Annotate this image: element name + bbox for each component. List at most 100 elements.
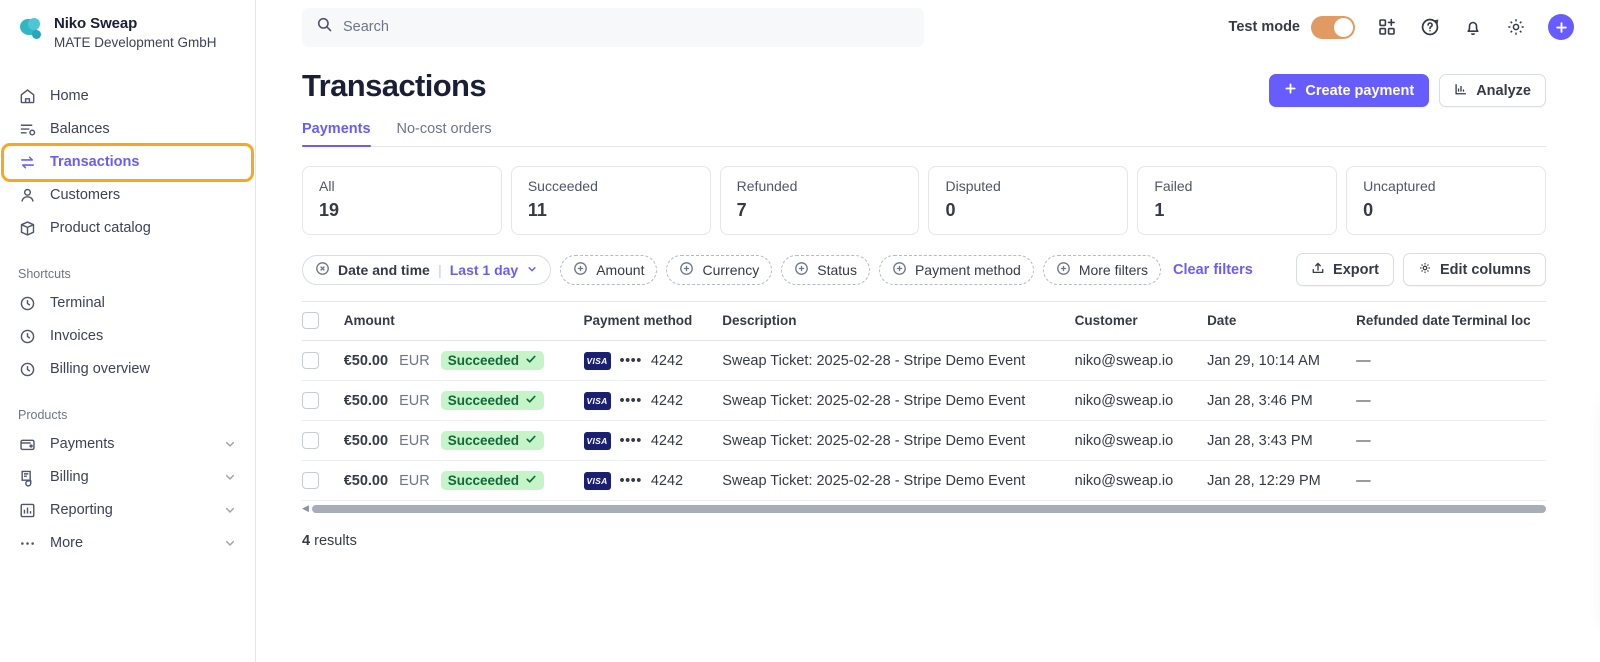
transactions-icon [18, 153, 37, 172]
chevron-down-icon[interactable] [223, 503, 237, 517]
test-mode-toggle[interactable] [1311, 15, 1355, 39]
column-header-refunded-date[interactable]: Refunded date [1356, 301, 1453, 341]
page-title: Transactions [302, 68, 487, 103]
sidebar-item-billing[interactable]: Billing [0, 461, 255, 494]
stat-label: Uncaptured [1363, 178, 1436, 194]
sidebar-item-balances[interactable]: Balances [0, 113, 255, 146]
cell-customer: niko@sweap.io [1074, 380, 1208, 421]
chevron-down-icon[interactable] [223, 536, 237, 550]
select-all-checkbox[interactable] [302, 312, 319, 329]
filter-chip-status[interactable]: Status [781, 254, 870, 285]
sidebar-item-label: Transactions [50, 154, 140, 171]
stat-card-succeeded[interactable]: Succeeded 11 [510, 166, 711, 235]
cell-amount: €50.00 EUR Succeeded [343, 420, 584, 461]
cell-terminal-location [1452, 420, 1546, 461]
sidebar-item-product-catalog[interactable]: Product catalog [0, 212, 255, 245]
row-checkbox[interactable] [302, 392, 319, 409]
scrollbar-thumb[interactable] [311, 504, 1546, 513]
filter-chip-label: Payment method [914, 261, 1021, 278]
filter-chip-date-and-time[interactable]: Date and time | Last 1 day [302, 254, 552, 285]
sweap-logo-icon [18, 17, 44, 43]
tab-payments[interactable]: Payments [302, 121, 371, 147]
export-label: Export [1333, 261, 1379, 278]
sidebar-item-terminal[interactable]: Terminal [0, 287, 255, 320]
sidebar-item-label: Payments [50, 436, 115, 453]
sidebar-item-more[interactable]: More [0, 527, 255, 560]
create-payment-button[interactable]: Create payment [1269, 74, 1430, 107]
circle-plus-icon [679, 261, 694, 279]
chevron-down-icon[interactable] [223, 437, 237, 451]
cell-date: Jan 29, 10:14 AM [1207, 340, 1357, 381]
cell-date: Jan 28, 3:43 PM [1207, 420, 1357, 461]
cell-description: Sweap Ticket: 2025-02-28 - Stripe Demo E… [722, 380, 1075, 421]
sidebar-item-billing-overview[interactable]: Billing overview [0, 353, 255, 386]
chevron-down-icon[interactable] [223, 470, 237, 484]
circle-plus-icon [892, 261, 907, 279]
column-header-customer[interactable]: Customer [1074, 301, 1208, 341]
check-icon [525, 473, 537, 488]
top-bar-actions: Test mode [1229, 14, 1582, 40]
sidebar-item-reporting[interactable]: Reporting [0, 494, 255, 527]
status-label: Succeeded [447, 433, 519, 448]
top-bar: Search Test mode [256, 0, 1600, 54]
table-row[interactable]: €50.00 EUR Succeeded VISA •••• 4242 Swea… [302, 420, 1546, 461]
notifications-bell-icon[interactable] [1462, 16, 1484, 38]
account-name: Niko Sweap [54, 15, 138, 32]
stat-card-disputed[interactable]: Disputed 0 [928, 166, 1129, 235]
filter-chip-currency[interactable]: Currency [666, 254, 773, 285]
filter-chip-amount[interactable]: Amount [560, 254, 658, 285]
edit-columns-button[interactable]: Edit columns [1402, 253, 1546, 286]
table-row[interactable]: €50.00 EUR Succeeded VISA •••• 4242 Swea… [302, 340, 1546, 381]
check-icon [525, 433, 537, 448]
card-mask: •••• [619, 352, 642, 369]
export-button[interactable]: Export [1296, 253, 1394, 286]
search-input[interactable]: Search [302, 7, 924, 47]
row-select-cell [302, 340, 344, 381]
home-icon [18, 87, 37, 106]
stat-card-all[interactable]: All 19 [302, 166, 502, 235]
column-header-terminal-location[interactable]: Terminal loc [1452, 301, 1546, 341]
row-select-cell [302, 460, 344, 501]
row-checkbox[interactable] [302, 472, 319, 489]
row-select-cell [302, 380, 344, 421]
test-mode-toggle-group[interactable]: Test mode [1229, 15, 1355, 39]
sidebar-item-customers[interactable]: Customers [0, 179, 255, 212]
help-circle-icon[interactable] [1419, 16, 1441, 38]
stat-card-refunded[interactable]: Refunded 7 [719, 166, 920, 235]
sidebar-item-payments[interactable]: Payments [0, 428, 255, 461]
cell-customer: niko@sweap.io [1074, 460, 1208, 501]
table-row[interactable]: €50.00 EUR Succeeded VISA •••• 4242 Swea… [302, 460, 1546, 501]
cell-amount: €50.00 EUR Succeeded [343, 340, 584, 381]
brand-header[interactable]: Niko Sweap MATE Development GmbH [0, 14, 255, 52]
analyze-button[interactable]: Analyze [1439, 74, 1546, 107]
column-header-date[interactable]: Date [1207, 301, 1357, 341]
row-select-cell [302, 420, 344, 461]
filter-chip-more-filters[interactable]: More filters [1042, 254, 1162, 285]
plus-create-icon[interactable] [1548, 14, 1574, 40]
clear-filters-button[interactable]: Clear filters [1173, 262, 1253, 278]
cell-customer: niko@sweap.io [1074, 420, 1208, 461]
status-badge: Succeeded [440, 431, 544, 450]
column-header-amount[interactable]: Amount [343, 301, 584, 341]
column-header-description[interactable]: Description [722, 301, 1075, 341]
table-horizontal-scrollbar[interactable]: ◀ [302, 503, 1546, 514]
apps-add-icon[interactable] [1376, 16, 1398, 38]
circle-plus-icon [794, 261, 809, 279]
row-checkbox[interactable] [302, 432, 319, 449]
circle-x-icon[interactable] [315, 261, 330, 279]
tab-no-cost-orders[interactable]: No-cost orders [397, 121, 492, 146]
sidebar-item-invoices[interactable]: Invoices [0, 320, 255, 353]
sidebar-item-transactions[interactable]: Transactions [1, 142, 254, 182]
filter-chip-payment-method[interactable]: Payment method [878, 254, 1034, 285]
sidebar-item-home[interactable]: Home [0, 80, 255, 113]
filter-chip-label: Currency [702, 261, 760, 278]
row-checkbox[interactable] [302, 352, 319, 369]
scroll-left-arrow-icon[interactable]: ◀ [302, 504, 309, 513]
gear-icon[interactable] [1505, 16, 1527, 38]
stat-card-uncaptured[interactable]: Uncaptured 0 [1346, 166, 1546, 235]
clock-icon [18, 360, 37, 379]
column-header-payment-method[interactable]: Payment method [583, 301, 723, 341]
chevron-down-icon[interactable] [526, 262, 538, 278]
table-row[interactable]: €50.00 EUR Succeeded VISA •••• 4242 Swea… [302, 380, 1546, 421]
stat-card-failed[interactable]: Failed 1 [1137, 166, 1338, 235]
